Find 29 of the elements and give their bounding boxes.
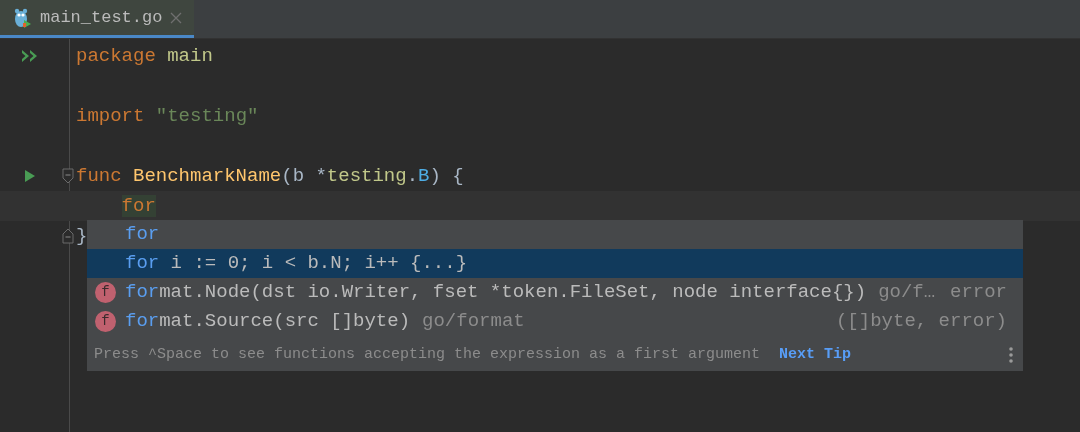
function-icon: f	[95, 311, 116, 332]
next-tip-link[interactable]: Next Tip	[779, 343, 852, 367]
package-path: go/format	[422, 309, 525, 335]
function-icon: f	[95, 282, 116, 303]
completion-item[interactable]: f format.Node(dst io.Writer, fset *token.FileSet, node interface{}) go/f… error	[87, 278, 1023, 307]
hint-text: Press ^Space to see functions accepting the expression as a first argument	[94, 344, 761, 365]
code-line: import "testing"	[76, 103, 259, 129]
more-icon[interactable]	[1009, 347, 1013, 363]
completion-text: format.Source(src []byte)	[125, 309, 411, 335]
completion-text: for	[125, 222, 160, 248]
package-path: go/f…	[878, 280, 936, 306]
completion-item[interactable]: for i := 0; i < b.N; i++ {...}	[87, 249, 1023, 278]
completion-text: for i := 0; i < b.N; i++ {...}	[125, 251, 468, 277]
return-type: error	[950, 280, 1007, 306]
fold-icon[interactable]	[62, 228, 74, 244]
return-type: ([]byte, error)	[835, 309, 1007, 335]
fold-icon[interactable]	[62, 168, 74, 184]
mascot-icon	[12, 6, 32, 29]
editor-tab[interactable]: main_test.go	[0, 0, 195, 38]
completion-item[interactable]: f format.Source(src []byte) go/format ([]byte, error)	[87, 307, 1023, 336]
run-all-icon[interactable]	[21, 49, 39, 63]
close-icon[interactable]	[170, 11, 183, 24]
code-line: }	[76, 223, 88, 249]
completion-item[interactable]: for	[87, 220, 1023, 249]
tab-title: main_test.go	[40, 6, 163, 29]
code-line: func BenchmarkName(b *testing.B) {	[76, 163, 464, 189]
code-line: package main	[76, 43, 213, 69]
completion-text: format.Node(dst io.Writer, fset *token.FileSet, node interface{})	[125, 280, 867, 306]
run-icon[interactable]	[24, 169, 36, 183]
